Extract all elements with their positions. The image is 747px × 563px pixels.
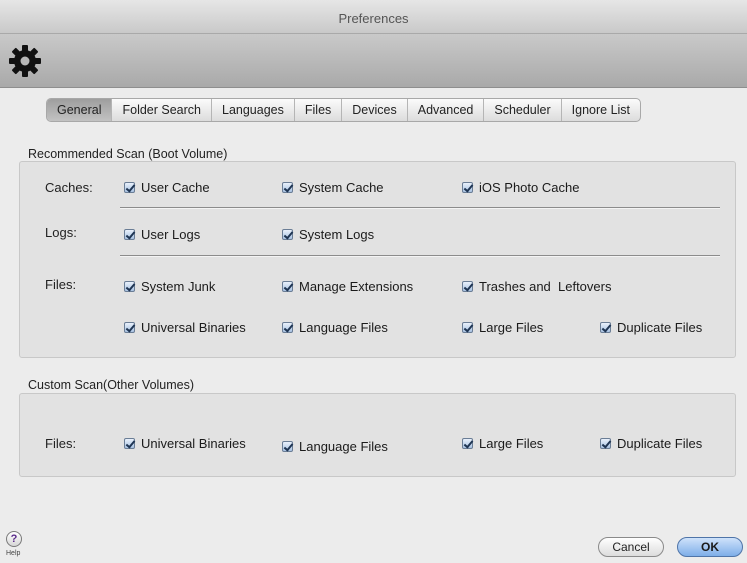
checkbox-icon — [462, 281, 473, 292]
caches-separator — [120, 207, 720, 209]
checkbox-icon — [124, 322, 135, 333]
checkbox-icon — [462, 322, 473, 333]
custom-scan-title: Custom Scan(Other Volumes) — [28, 378, 195, 392]
window-title: Preferences — [338, 11, 409, 26]
checkbox-icon — [282, 322, 293, 333]
duplicate-files-checkbox[interactable]: Duplicate Files — [600, 320, 702, 335]
footer: ? Help Cancel OK — [0, 527, 747, 563]
ok-button[interactable]: OK — [677, 537, 743, 557]
manage-extensions-checkbox[interactable]: Manage Extensions — [282, 279, 432, 294]
ios-photo-cache-checkbox[interactable]: iOS Photo Cache — [462, 180, 579, 195]
custom-scan-group: Files: Universal Binaries Language Files… — [19, 393, 736, 477]
toolbar — [0, 34, 747, 88]
caches-label: Caches: — [45, 180, 93, 195]
logs-separator — [120, 255, 720, 257]
checkbox-icon — [462, 438, 473, 449]
language-files-checkbox[interactable]: Language Files — [282, 320, 388, 335]
tab-languages[interactable]: Languages — [212, 99, 295, 121]
tab-ignore-list[interactable]: Ignore List — [562, 99, 640, 121]
system-cache-checkbox[interactable]: System Cache — [282, 180, 384, 195]
checkbox-icon — [124, 182, 135, 193]
logs-label: Logs: — [45, 225, 77, 240]
tab-general[interactable]: General — [47, 99, 113, 121]
trashes-and-leftovers-checkbox[interactable]: Trashes and Leftovers — [462, 279, 611, 294]
preferences-content: General Folder Search Languages Files De… — [0, 89, 747, 527]
tab-devices[interactable]: Devices — [342, 99, 408, 121]
tab-advanced[interactable]: Advanced — [408, 99, 485, 121]
checkbox-icon — [462, 182, 473, 193]
system-logs-checkbox[interactable]: System Logs — [282, 227, 374, 242]
custom-universal-binaries-checkbox[interactable]: Universal Binaries — [124, 436, 246, 451]
files-label: Files: — [45, 277, 77, 292]
system-junk-checkbox[interactable]: System Junk — [124, 279, 215, 294]
universal-binaries-checkbox[interactable]: Universal Binaries — [124, 320, 246, 335]
custom-language-files-checkbox[interactable]: Language Files — [282, 439, 388, 454]
checkbox-icon — [282, 441, 293, 452]
checkbox-icon — [124, 281, 135, 292]
checkbox-icon — [600, 438, 611, 449]
custom-duplicate-files-checkbox[interactable]: Duplicate Files — [600, 436, 702, 451]
recommended-scan-group: Caches: User Cache System Cache iOS Phot… — [19, 161, 736, 358]
title-bar: Preferences — [0, 0, 747, 34]
custom-files-label: Files: — [45, 436, 77, 451]
checkbox-icon — [124, 229, 135, 240]
user-cache-checkbox[interactable]: User Cache — [124, 180, 210, 195]
checkbox-icon — [282, 281, 293, 292]
user-logs-checkbox[interactable]: User Logs — [124, 227, 200, 242]
custom-large-files-checkbox[interactable]: Large Files — [462, 436, 543, 451]
tab-scheduler[interactable]: Scheduler — [484, 99, 562, 121]
large-files-checkbox[interactable]: Large Files — [462, 320, 543, 335]
cancel-button[interactable]: Cancel — [598, 537, 664, 557]
tab-bar: General Folder Search Languages Files De… — [46, 98, 642, 122]
tab-files[interactable]: Files — [295, 99, 343, 121]
checkbox-icon — [282, 229, 293, 240]
gear-icon[interactable] — [7, 43, 43, 79]
checkbox-icon — [124, 438, 135, 449]
tab-folder-search[interactable]: Folder Search — [112, 99, 212, 121]
help-label: Help — [6, 550, 21, 557]
checkbox-icon — [282, 182, 293, 193]
recommended-scan-title: Recommended Scan (Boot Volume) — [28, 147, 228, 161]
checkbox-icon — [600, 322, 611, 333]
help-icon[interactable]: ? — [6, 531, 22, 547]
